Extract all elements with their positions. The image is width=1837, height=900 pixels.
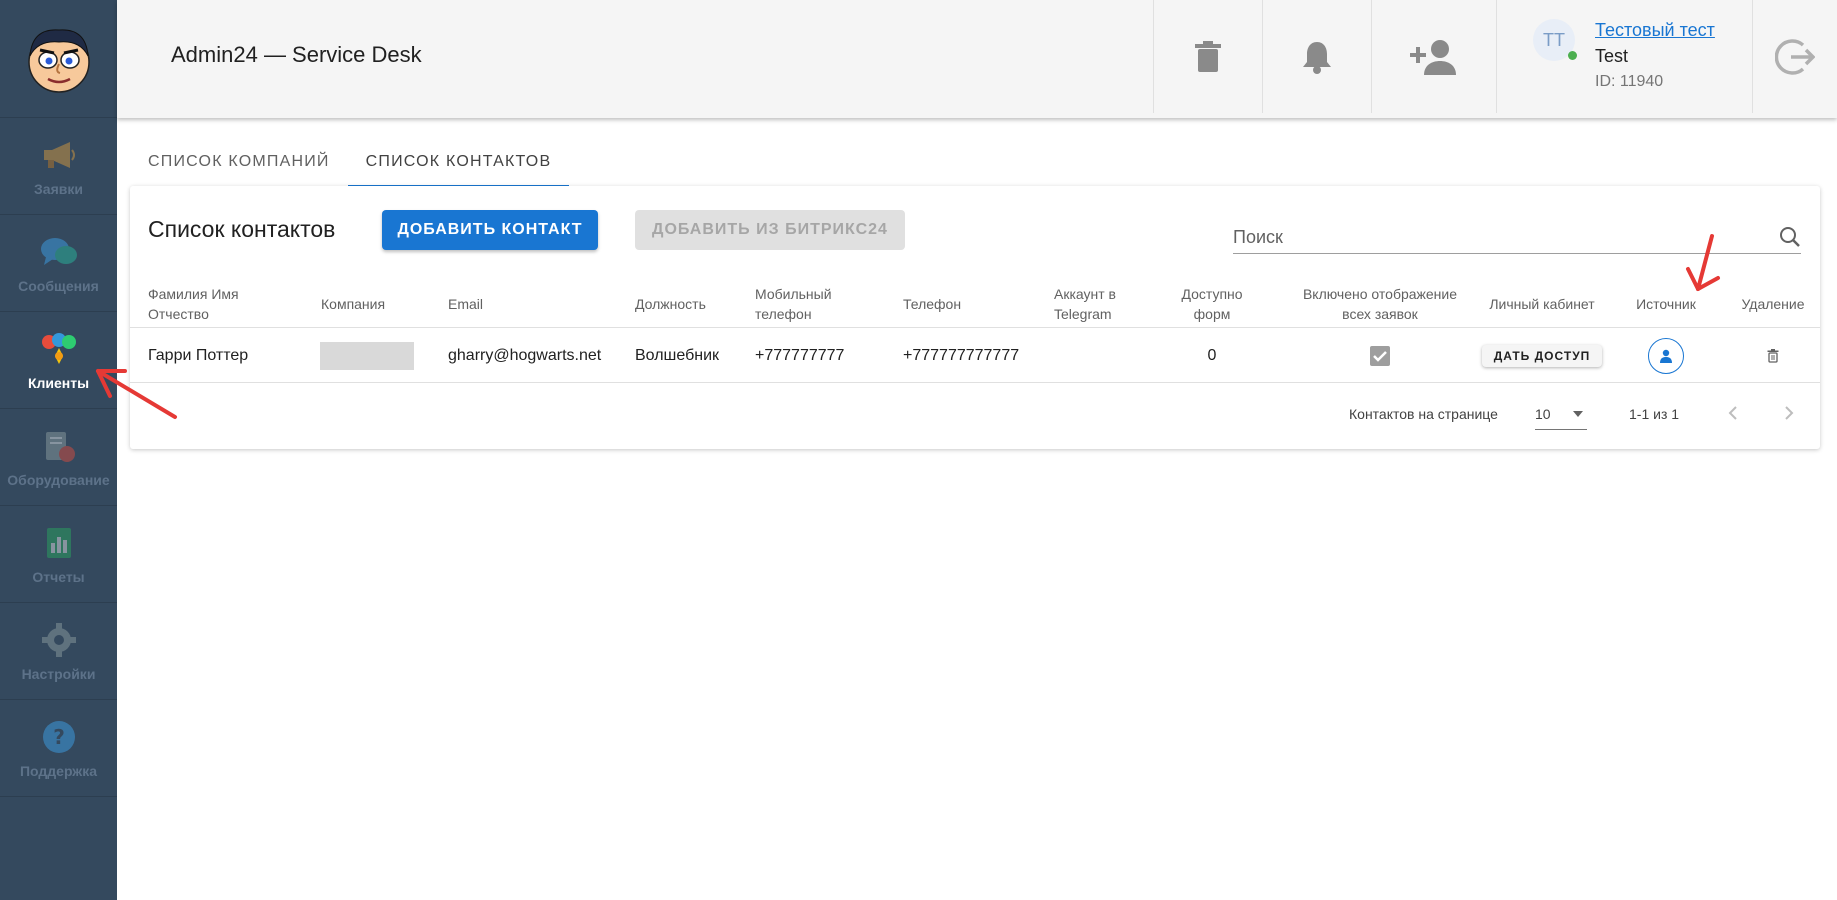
sidebar-item-label: Заявки: [34, 181, 83, 197]
column-header-cabinet: Личный кабинет: [1489, 296, 1595, 312]
annotation-arrows: [96, 234, 1720, 419]
chevron-left-icon: [1728, 406, 1737, 420]
check-icon: [1373, 351, 1387, 362]
sidebar-item-label: Отчеты: [32, 569, 85, 585]
cell-forms: 0: [1207, 347, 1217, 364]
table-header: Фамилия Имя Отчество Компания Email Долж…: [130, 280, 1820, 328]
column-header-telegram[interactable]: Аккаунт в Telegram: [1054, 280, 1144, 328]
chevron-down-icon: [1573, 411, 1583, 417]
column-header-mobile[interactable]: Мобильный телефон: [755, 280, 855, 328]
megaphone-icon: [39, 135, 79, 175]
report-icon: [39, 523, 79, 563]
sidebar-item-label: Настройки: [21, 666, 96, 682]
grant-access-button[interactable]: ДАТЬ ДОСТУП: [1481, 345, 1603, 367]
online-status-dot: [1568, 51, 1577, 60]
trash-button[interactable]: [1153, 0, 1262, 113]
sidebar-item-label: Поддержка: [19, 763, 98, 779]
person-icon: [1660, 349, 1672, 363]
table-footer: Контактов на странице 10 1-1 из 1: [130, 384, 1820, 444]
cell-name: Гарри Поттер: [148, 347, 249, 364]
cell-show-all: [1295, 329, 1465, 383]
sidebar-item-reports[interactable]: Отчеты: [0, 506, 117, 603]
cell-cabinet: ДАТЬ ДОСТУП: [1481, 329, 1603, 383]
rows-per-page-value: 10: [1535, 405, 1551, 422]
cartoon-face-logo-icon: [27, 28, 90, 93]
cell-delete: [1733, 329, 1813, 383]
sidebar-item-equipment[interactable]: Оборудование: [0, 409, 117, 506]
prev-page-button[interactable]: [1721, 401, 1745, 425]
search-input[interactable]: [1233, 222, 1763, 252]
tab-contacts[interactable]: СПИСОК КОНТАКТОВ: [347, 138, 570, 187]
top-header: Admin24 — Service Desk TT Тестовый тест …: [117, 0, 1837, 118]
tab-companies[interactable]: СПИСОК КОМПАНИЙ: [130, 138, 348, 186]
column-header-source: Источник: [1636, 296, 1696, 312]
user-name-link[interactable]: Тестовый тест: [1595, 20, 1715, 41]
page-range: 1-1 из 1: [1629, 406, 1680, 422]
user-profile: TT Тестовый тест Test ID: 11940: [1496, 0, 1752, 113]
delete-icon[interactable]: [1767, 349, 1779, 363]
table-row[interactable]: Гарри Поттер gharry@hogwarts.net Волшебн…: [130, 329, 1820, 383]
column-header-email[interactable]: Email: [448, 280, 618, 328]
source-button[interactable]: [1648, 338, 1684, 374]
cell-source: [1628, 329, 1704, 383]
sidebar-item-label: Сообщения: [18, 278, 99, 294]
logout-button[interactable]: [1752, 0, 1837, 113]
contacts-card: Список контактов ДОБАВИТЬ КОНТАКТ ДОБАВИ…: [130, 186, 1820, 449]
sidebar: Заявки Сообщения Клиенты Оборудование От…: [0, 0, 117, 900]
trash-icon: [1195, 40, 1221, 72]
logout-icon: [1775, 38, 1815, 75]
add-user-button[interactable]: [1371, 0, 1496, 113]
page-title: Список контактов: [148, 216, 336, 242]
help-icon: ?: [39, 717, 79, 757]
cell-email: gharry@hogwarts.net: [448, 347, 602, 364]
chevron-right-icon: [1785, 406, 1794, 420]
add-contact-button[interactable]: ДОБАВИТЬ КОНТАКТ: [382, 210, 598, 250]
bell-icon: [1303, 41, 1331, 74]
column-header-phone[interactable]: Телефон: [903, 280, 1033, 328]
column-header-show-all[interactable]: Включено отображение всех заявок: [1295, 280, 1465, 328]
tab-bar: СПИСОК КОМПАНИЙ СПИСОК КОНТАКТОВ: [130, 138, 570, 187]
notifications-button[interactable]: [1262, 0, 1371, 113]
sidebar-item-requests[interactable]: Заявки: [0, 118, 117, 215]
rows-per-page-label: Контактов на странице: [1349, 406, 1498, 422]
column-header-name[interactable]: Фамилия Имя Отчество: [148, 280, 298, 328]
search-icon[interactable]: [1779, 226, 1801, 253]
user-id: ID: 11940: [1595, 73, 1664, 90]
chat-icon: [39, 232, 79, 272]
cell-company: [320, 329, 414, 383]
app-title: Admin24 — Service Desk: [171, 42, 422, 67]
column-header-delete: Удаление: [1741, 296, 1805, 312]
cell-position: Волшебник: [635, 347, 720, 364]
logo[interactable]: [0, 0, 117, 118]
column-header-forms[interactable]: Доступно форм: [1172, 280, 1252, 328]
cell-mobile: +777777777: [755, 347, 845, 364]
equipment-icon: [39, 426, 79, 466]
column-header-company[interactable]: Компания: [321, 280, 431, 328]
rows-per-page-select[interactable]: 10: [1535, 398, 1587, 430]
sidebar-item-messages[interactable]: Сообщения: [0, 215, 117, 312]
next-page-button[interactable]: [1777, 401, 1801, 425]
sidebar-item-clients[interactable]: Клиенты: [0, 312, 117, 409]
user-login: Test: [1595, 46, 1629, 66]
column-header-position[interactable]: Должность: [635, 280, 745, 328]
show-all-checkbox[interactable]: [1370, 346, 1390, 366]
svg-text:?: ?: [53, 725, 65, 749]
sidebar-item-support[interactable]: ? Поддержка: [0, 700, 117, 797]
clients-icon: [39, 329, 79, 369]
add-user-icon: [1410, 39, 1456, 75]
sidebar-item-label: Оборудование: [7, 472, 110, 488]
search-field: [1233, 222, 1801, 254]
sidebar-item-label: Клиенты: [27, 375, 90, 391]
company-placeholder: [320, 342, 414, 370]
sidebar-item-settings[interactable]: Настройки: [0, 603, 117, 700]
gear-icon: [39, 620, 79, 660]
cell-phone: +777777777777: [903, 347, 1020, 364]
add-from-bitrix24-button: ДОБАВИТЬ ИЗ БИТРИКС24: [635, 210, 905, 250]
